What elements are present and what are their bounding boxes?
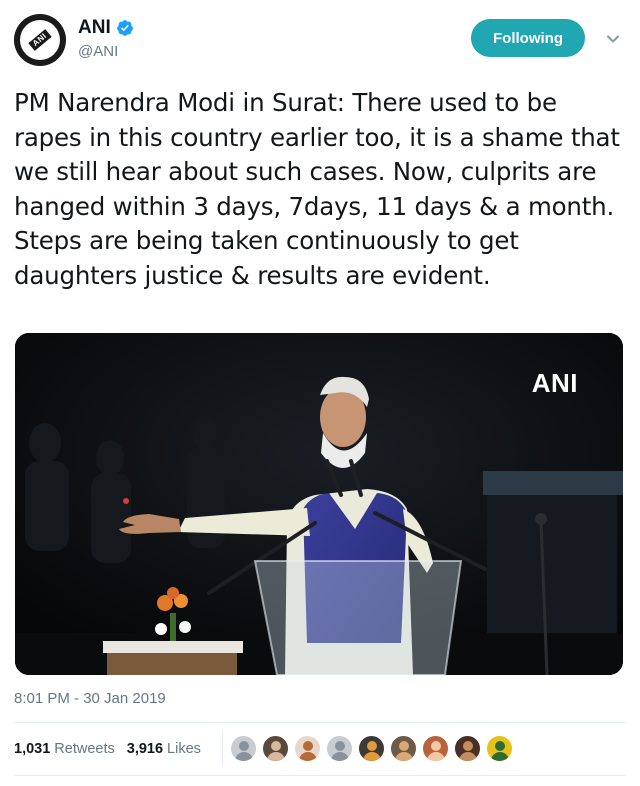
- chevron-down-icon[interactable]: [604, 30, 622, 48]
- tweet-media-image[interactable]: ANI: [15, 333, 623, 675]
- likes-count[interactable]: 3,916: [127, 741, 163, 757]
- liker-avatar-2[interactable]: [262, 735, 289, 762]
- avatar-torso: [459, 752, 477, 761]
- liker-avatar-7[interactable]: [422, 735, 449, 762]
- tweet-timestamp[interactable]: 8:01 PM - 30 Jan 2019: [14, 690, 166, 707]
- avatar-torso: [235, 752, 253, 761]
- retweets-label[interactable]: Retweets: [54, 741, 114, 757]
- verified-badge-icon: [116, 19, 134, 37]
- retweets-count[interactable]: 1,031: [14, 741, 50, 757]
- avatar-face: [303, 741, 313, 751]
- author-display-name[interactable]: ANI: [78, 17, 111, 39]
- avatar-face: [239, 741, 249, 751]
- avatar-torso: [299, 752, 317, 761]
- avatar-face: [399, 741, 409, 751]
- liker-avatar-6[interactable]: [390, 735, 417, 762]
- avatar-face: [335, 741, 345, 751]
- avatar-torso: [395, 752, 413, 761]
- divider: [14, 722, 626, 723]
- media-watermark: ANI: [531, 368, 578, 398]
- liker-avatar-3[interactable]: [294, 735, 321, 762]
- avatar-face: [367, 741, 377, 751]
- liker-avatar-1[interactable]: [230, 735, 257, 762]
- liker-avatars: [230, 735, 518, 762]
- avatar-torso: [491, 752, 509, 761]
- avatar-face: [271, 741, 281, 751]
- following-button[interactable]: Following: [471, 19, 585, 57]
- likes-label[interactable]: Likes: [167, 741, 201, 757]
- stats-separator: [222, 730, 223, 766]
- avatar-torso: [363, 752, 381, 761]
- avatar-torso: [427, 752, 445, 761]
- liker-avatar-9[interactable]: [486, 735, 513, 762]
- avatar-torso: [267, 752, 285, 761]
- avatar-logo-text: ANI: [28, 29, 52, 51]
- avatar-logo: ANI: [20, 20, 60, 60]
- author-handle[interactable]: @ANI: [78, 43, 118, 60]
- tweet-text: PM Narendra Modi in Surat: There used to…: [14, 88, 620, 290]
- tweet-stats: 1,031 Retweets 3,916 Likes: [14, 738, 201, 760]
- avatar-torso: [331, 752, 349, 761]
- divider: [14, 775, 626, 776]
- liker-avatar-4[interactable]: [326, 735, 353, 762]
- author-avatar[interactable]: ANI: [14, 14, 66, 66]
- tweet-header: ANI ANI @ANI Following: [0, 0, 640, 80]
- author-name-line: ANI: [78, 16, 134, 40]
- avatar-face: [463, 741, 473, 751]
- avatar-face: [495, 741, 505, 751]
- liker-avatar-8[interactable]: [454, 735, 481, 762]
- liker-avatar-5[interactable]: [358, 735, 385, 762]
- avatar-face: [431, 741, 441, 751]
